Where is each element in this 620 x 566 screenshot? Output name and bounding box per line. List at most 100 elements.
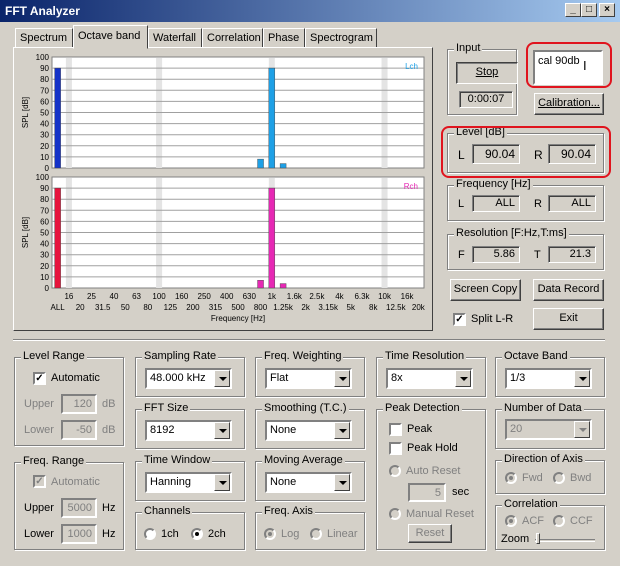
freq-auto-checkbox[interactable]: ✓ [33, 475, 46, 488]
stop-button[interactable]: Stop [456, 62, 518, 84]
auto-reset-seconds-input[interactable]: 5 [408, 483, 446, 502]
chevron-down-icon[interactable] [334, 422, 350, 439]
time-window-select[interactable]: Hanning [145, 472, 232, 493]
x-tick-label: 5k [347, 303, 356, 312]
window-title: FFT Analyzer [5, 4, 80, 18]
reset-button[interactable]: Reset [408, 524, 452, 543]
chevron-down-icon[interactable] [334, 474, 350, 491]
channels-1ch-label: 1ch [161, 528, 179, 540]
split-lr-checkbox[interactable]: ✓ [453, 313, 466, 326]
chevron-down-icon[interactable] [574, 421, 590, 438]
y-tick-label: 40 [40, 240, 49, 249]
tab-spectrogram[interactable]: Spectrogram [305, 28, 377, 48]
tab-waterfall[interactable]: Waterfall [148, 28, 202, 48]
screen-copy-button[interactable]: Screen Copy [450, 279, 521, 301]
freq-axis-linear-radio[interactable] [310, 528, 322, 540]
zoom-slider-track[interactable] [535, 539, 595, 542]
freq-r-value: ALL [548, 195, 596, 212]
bar [268, 187, 276, 289]
channels-2ch-radio[interactable] [191, 528, 203, 540]
y-tick-label: 90 [40, 64, 49, 73]
tab-correlation[interactable]: Correlation [202, 28, 263, 48]
y-axis-label: SPL [dB] [21, 217, 30, 248]
x-tick-label: 400 [220, 292, 234, 301]
y-tick-label: 90 [40, 184, 49, 193]
input-group-label: Input [454, 42, 483, 54]
data-record-button[interactable]: Data Record [533, 279, 604, 301]
freq-weighting-select[interactable]: Flat [265, 368, 352, 389]
ccf-radio[interactable] [553, 515, 565, 527]
level-upper-unit: dB [102, 398, 116, 410]
peak-hold-checkbox[interactable] [389, 442, 402, 455]
smoothing-select[interactable]: None [265, 420, 352, 441]
bwd-radio[interactable] [553, 472, 565, 484]
freq-axis-log-radio[interactable] [264, 528, 276, 540]
auto-reset-radio[interactable] [389, 465, 401, 477]
x-tick-label: 16 [64, 292, 73, 301]
x-tick-label: 31.5 [95, 303, 111, 312]
acf-radio[interactable] [505, 515, 517, 527]
y-tick-label: 70 [40, 86, 49, 95]
x-tick-label: 20 [76, 303, 85, 312]
tab-label: Spectrum [20, 32, 68, 44]
freq-auto-label: Automatic [51, 476, 100, 488]
time-resolution-select[interactable]: 8x [386, 368, 473, 389]
channel-label: Rch [404, 182, 418, 191]
sampling-rate-select[interactable]: 48.000 kHz [145, 368, 232, 389]
y-tick-label: 40 [40, 120, 49, 129]
channels-label: Channels [142, 505, 193, 517]
maximize-button[interactable]: □ [581, 3, 597, 17]
bar [257, 158, 264, 169]
elapsed-time: 0:00:07 [459, 91, 513, 108]
chevron-down-icon[interactable] [214, 422, 230, 439]
x-tick-label: 2k [301, 303, 310, 312]
x-tick-label: 20k [412, 303, 426, 312]
y-tick-label: 30 [40, 131, 49, 140]
fwd-radio[interactable] [505, 472, 517, 484]
bar [279, 163, 287, 169]
tab-phase[interactable]: Phase [263, 28, 305, 48]
level-upper-input[interactable]: 120 [61, 394, 97, 414]
y-tick-label: 80 [40, 195, 49, 204]
bar [54, 187, 61, 289]
calibration-button[interactable]: Calibration... [534, 93, 604, 115]
freq-axis-log-label: Log [281, 528, 300, 540]
x-tick-label: 630 [243, 292, 257, 301]
divider [13, 339, 605, 341]
x-tick-label: 40 [110, 292, 119, 301]
octave-band-select[interactable]: 1/3 [505, 368, 592, 389]
chevron-down-icon[interactable] [334, 370, 350, 387]
exit-button[interactable]: Exit [533, 308, 604, 330]
zoom-slider-thumb[interactable] [536, 533, 540, 544]
fft-size-select[interactable]: 8192 [145, 420, 232, 441]
y-tick-label: 20 [40, 142, 49, 151]
tab-spectrum[interactable]: Spectrum [15, 28, 73, 48]
y-tick-label: 70 [40, 206, 49, 215]
fwd-label: Fwd [522, 472, 543, 484]
x-tick-label: 80 [143, 303, 152, 312]
close-button[interactable]: × [599, 3, 615, 17]
level-auto-checkbox[interactable]: ✓ [33, 372, 46, 385]
chevron-down-icon[interactable] [455, 370, 471, 387]
bar [257, 280, 264, 289]
moving-average-select[interactable]: None [265, 472, 352, 493]
x-tick-label: 6.3k [354, 292, 370, 301]
chevron-down-icon[interactable] [574, 370, 590, 387]
bar [268, 67, 276, 169]
freq-axis-label: Freq. Axis [262, 505, 315, 517]
channels-1ch-radio[interactable] [144, 528, 156, 540]
number-of-data-select[interactable]: 20 [505, 419, 592, 440]
level-lower-input[interactable]: -50 [61, 420, 97, 440]
level-range-label: Level Range [21, 350, 87, 362]
tab-label: Phase [268, 32, 300, 44]
y-tick-label: 60 [40, 97, 49, 106]
tab-octave-band[interactable]: Octave band [73, 25, 148, 49]
chevron-down-icon[interactable] [214, 474, 230, 491]
manual-reset-radio[interactable] [389, 508, 401, 520]
x-tick-label: 1.25k [273, 303, 294, 312]
freq-upper-input[interactable]: 5000 [61, 498, 97, 518]
minimize-button[interactable]: _ [565, 3, 581, 17]
freq-lower-input[interactable]: 1000 [61, 524, 97, 544]
peak-checkbox[interactable] [389, 423, 402, 436]
chevron-down-icon[interactable] [214, 370, 230, 387]
